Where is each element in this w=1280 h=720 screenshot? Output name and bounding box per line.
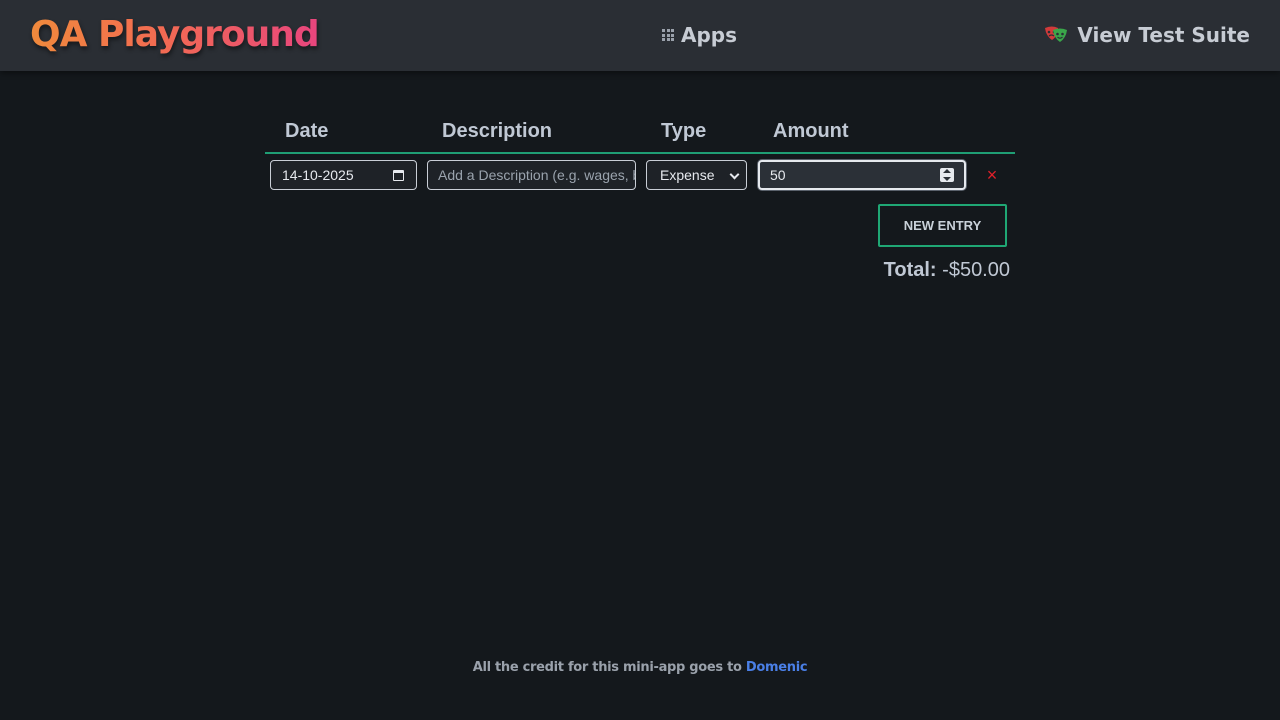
grid-icon — [662, 29, 674, 41]
table-row: 14-10-2025 Add a Description (e.g. wages… — [265, 160, 1015, 190]
calendar-icon[interactable] — [393, 170, 404, 181]
chevron-down-icon — [729, 169, 740, 180]
view-test-suite-label: View Test Suite — [1077, 23, 1250, 47]
description-placeholder: Add a Description (e.g. wages, b — [438, 167, 636, 183]
table-header: Date Description Type Amount — [265, 112, 1015, 154]
delete-row-button[interactable]: × — [985, 164, 999, 186]
new-entry-button[interactable]: NEW ENTRY — [878, 204, 1007, 247]
column-header-description: Description — [442, 120, 553, 142]
apps-menu-button[interactable]: Apps — [662, 22, 737, 48]
theater-masks-icon — [1045, 26, 1068, 42]
top-navbar: QA Playground Apps View Test Suite — [0, 0, 1280, 71]
description-field[interactable]: Add a Description (e.g. wages, b — [427, 160, 636, 190]
total-display: Total: -$50.00 — [884, 259, 1010, 282]
close-icon: × — [986, 165, 998, 185]
column-header-date: Date — [285, 120, 329, 142]
credit-link[interactable]: Domenic — [746, 660, 808, 675]
apps-label: Apps — [681, 23, 738, 47]
amount-value: 50 — [770, 167, 786, 183]
column-header-type: Type — [661, 120, 707, 142]
footer-credit: All the credit for this mini-app goes to… — [0, 660, 1280, 675]
date-field[interactable]: 14-10-2025 — [270, 160, 417, 190]
total-value: -$50.00 — [942, 259, 1010, 281]
amount-field[interactable]: 50 — [758, 160, 966, 190]
type-selected-value: Expense — [660, 167, 715, 183]
date-value: 14-10-2025 — [282, 167, 354, 183]
credit-text: All the credit for this mini-app goes to — [472, 660, 742, 675]
view-test-suite-link[interactable]: View Test Suite — [1043, 22, 1250, 48]
type-select[interactable]: Expense — [646, 160, 747, 190]
total-label: Total: — [883, 259, 937, 281]
budget-table: Date Description Type Amount 14-10-2025 … — [265, 112, 1015, 190]
spinner-icon[interactable] — [940, 168, 954, 182]
logo[interactable]: QA Playground — [30, 14, 320, 55]
column-header-amount: Amount — [773, 120, 849, 142]
